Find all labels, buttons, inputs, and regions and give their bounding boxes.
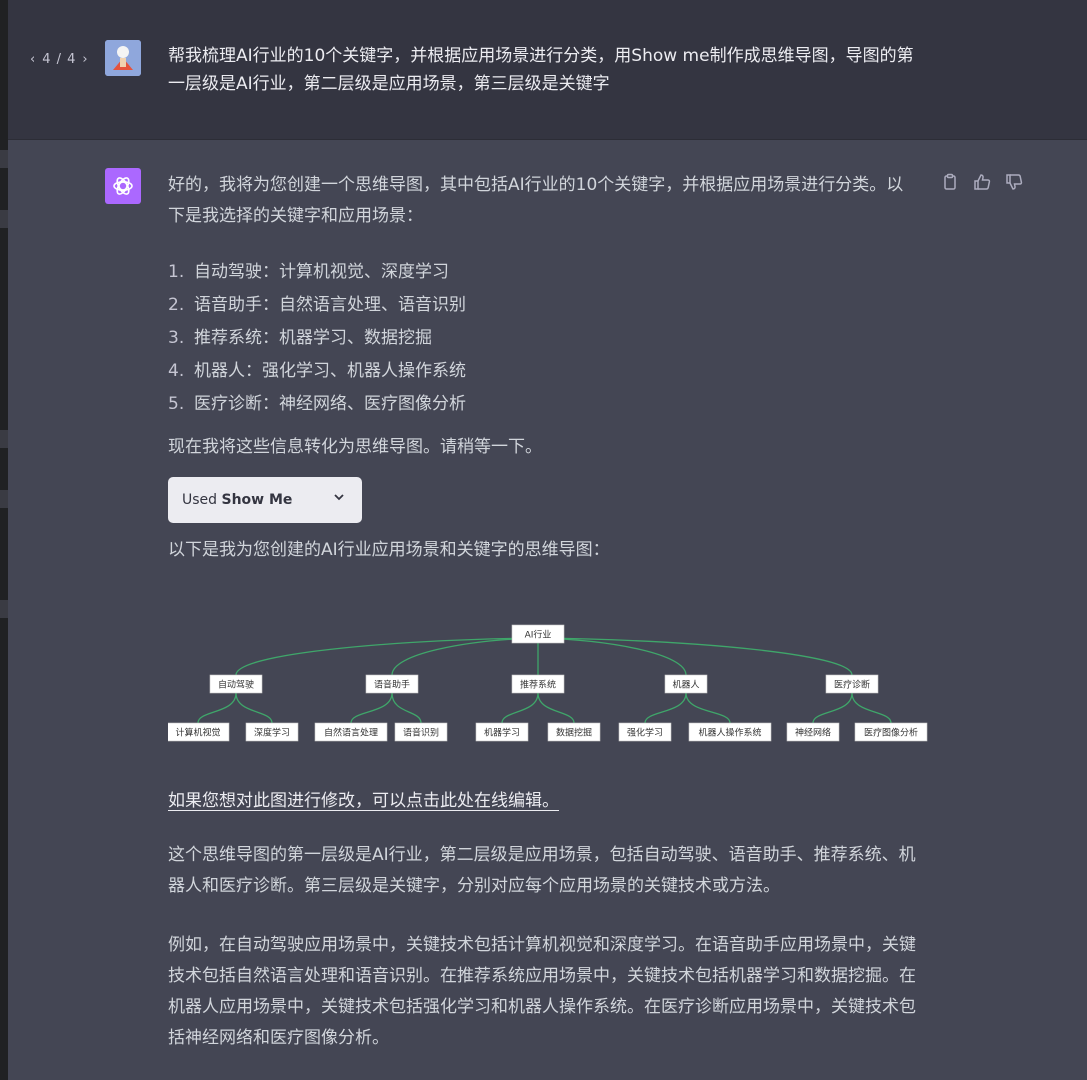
list-item: 4. 机器人：强化学习、机器人操作系统 — [168, 355, 918, 388]
list-number: 3. — [168, 328, 185, 348]
mindmap-leaf-node: 机器人操作系统 — [688, 722, 772, 742]
mindmap-connector — [235, 692, 273, 724]
sidebar-fragment — [0, 490, 8, 508]
used-plugin-name: Show Me — [221, 491, 293, 508]
mindmap-connector — [391, 692, 422, 724]
mindmap-connector — [197, 692, 237, 724]
thumbs-down-icon[interactable] — [1004, 172, 1024, 192]
chevron-right-icon[interactable]: › — [82, 52, 88, 67]
sidebar-fragment — [0, 430, 8, 448]
mindmap-leaf-node: 语音识别 — [394, 722, 448, 742]
mindmap-root-node-label: AI行业 — [525, 629, 552, 641]
assistant-now: 现在我将这些信息转化为思维导图。请稍等一下。 — [168, 437, 542, 457]
used-prefix: Used — [182, 491, 218, 508]
mindmap-leaf-node-label: 数据挖掘 — [556, 727, 592, 739]
mindmap-leaf-node-label: 机器人操作系统 — [698, 727, 761, 739]
sidebar-edge — [0, 0, 8, 1080]
list-item-text: 语音助手：自然语言处理、语音识别 — [194, 295, 466, 315]
mindmap-connector — [685, 692, 731, 724]
mindmap-connector — [644, 692, 687, 724]
mindmap-leaf-node: 数据挖掘 — [547, 722, 601, 742]
mindmap-leaf-node: 深度学习 — [245, 722, 299, 742]
list-item: 2. 语音助手：自然语言处理、语音识别 — [168, 289, 918, 322]
mindmap-branch-node-label: 自动驾驶 — [218, 679, 254, 691]
mindmap-leaf-node: 计算机视觉 — [168, 722, 230, 742]
assistant-intro: 好的，我将为您创建一个思维导图，其中包括AI行业的10个关键字，并根据应用场景进… — [168, 175, 904, 226]
mindmap-diagram: AI行业自动驾驶计算机视觉 深度学习 语音助手自然语言处理 语音识别 推荐系统机器学习 数… — [168, 624, 928, 742]
mindmap-connector — [501, 692, 539, 724]
mindmap-branch-node: 自动驾驶 — [209, 674, 263, 694]
list-item: 5. 医疗诊断：神经网络、医疗图像分析 — [168, 388, 918, 421]
mindmap-leaf-node: 强化学习 — [618, 722, 672, 742]
mindmap-connector — [537, 637, 687, 676]
mindmap-branch-node: 推荐系统 — [511, 674, 565, 694]
list-item-text: 医疗诊断：神经网络、医疗图像分析 — [194, 394, 466, 414]
assistant-message: 好的，我将为您创建一个思维导图，其中包括AI行业的10个关键字，并根据应用场景进… — [168, 170, 918, 566]
list-number: 2. — [168, 295, 185, 315]
list-number: 1. — [168, 262, 185, 282]
mindmap-leaf-node-label: 神经网络 — [795, 727, 831, 739]
user-avatar — [105, 40, 141, 76]
assistant-below: 以下是我为您创建的AI行业应用场景和关键字的思维导图： — [168, 540, 610, 560]
used-plugin-button[interactable]: Used Show Me — [168, 477, 362, 523]
openai-logo-icon — [105, 168, 141, 204]
mindmap-connector — [235, 637, 539, 676]
mindmap-leaf-node-label: 医疗图像分析 — [864, 727, 918, 739]
assistant-example: 例如，在自动驾驶应用场景中，关键技术包括计算机视觉和深度学习。在语音助手应用场景… — [168, 935, 916, 1048]
mindmap-connector — [537, 637, 853, 676]
mindmap-connector — [537, 692, 575, 724]
list-number: 5. — [168, 394, 185, 414]
chevron-left-icon[interactable]: ‹ — [30, 52, 36, 67]
mindmap-connector — [812, 692, 853, 724]
copy-icon[interactable] — [940, 172, 960, 192]
mindmap-leaf-node: 自然语言处理 — [314, 722, 388, 742]
assistant-explanation: 这个思维导图的第一层级是AI行业，第二层级是应用场景，包括自动驾驶、语音助手、推… — [168, 845, 916, 896]
mindmap-branch-node-label: 机器人 — [672, 679, 699, 691]
list-item-text: 推荐系统：机器学习、数据挖掘 — [194, 328, 432, 348]
mindmap-branch-node: 语音助手 — [365, 674, 419, 694]
list-item-text: 自动驾驶：计算机视觉、深度学习 — [194, 262, 449, 282]
keyword-list: 1. 自动驾驶：计算机视觉、深度学习 2. 语音助手：自然语言处理、语音识别 3. 推… — [168, 256, 918, 421]
list-item: 1. 自动驾驶：计算机视觉、深度学习 — [168, 256, 918, 289]
sidebar-fragment — [0, 210, 8, 228]
mindmap-root-node: AI行业 — [511, 624, 565, 644]
mindmap-connector — [350, 692, 393, 724]
list-item-text: 机器人：强化学习、机器人操作系统 — [194, 361, 466, 381]
mindmap-connector — [391, 637, 539, 676]
mindmap-leaf-node-label: 机器学习 — [484, 727, 520, 739]
sidebar-fragment — [0, 600, 8, 618]
mindmap-leaf-node-label: 强化学习 — [627, 727, 663, 739]
thumbs-up-icon[interactable] — [972, 172, 992, 192]
pager-label: 4 / 4 — [42, 52, 77, 67]
edit-online-link[interactable]: 如果您想对此图进行修改，可以点击此处在线编辑。 — [168, 786, 559, 817]
mindmap-branch-node-label: 语音助手 — [374, 679, 410, 691]
mindmap-branch-node-label: 医疗诊断 — [834, 679, 870, 691]
message-actions — [940, 172, 1024, 192]
user-message-text: 帮我梳理AI行业的10个关键字，并根据应用场景进行分类，用Show me制作成思… — [168, 46, 914, 94]
mindmap-leaf-node: 机器学习 — [475, 722, 529, 742]
mindmap-branch-node-label: 推荐系统 — [520, 679, 556, 691]
mindmap-branch-node: 机器人 — [664, 674, 708, 694]
chevron-down-icon — [332, 485, 346, 516]
used-plugin-label: Used Show Me — [182, 485, 292, 516]
mindmap-leaf-node-label: 计算机视觉 — [175, 727, 220, 739]
mindmap-leaf-node: 医疗图像分析 — [854, 722, 928, 742]
user-message-row: ‹ 4 / 4 › 帮我梳理AI行业的10个关键字，并根据应用场景进行分类，用S… — [8, 0, 1087, 140]
sidebar-fragment — [0, 150, 8, 168]
mindmap-leaf-node-label: 深度学习 — [254, 727, 290, 739]
list-number: 4. — [168, 361, 185, 381]
mindmap-leaf-node: 神经网络 — [786, 722, 840, 742]
response-pager: ‹ 4 / 4 › — [30, 52, 89, 67]
mindmap-leaf-node-label: 语音识别 — [403, 727, 439, 739]
mindmap-connector — [851, 692, 892, 724]
mindmap-leaf-node-label: 自然语言处理 — [324, 727, 378, 739]
mindmap-branch-node: 医疗诊断 — [825, 674, 879, 694]
list-item: 3. 推荐系统：机器学习、数据挖掘 — [168, 322, 918, 355]
